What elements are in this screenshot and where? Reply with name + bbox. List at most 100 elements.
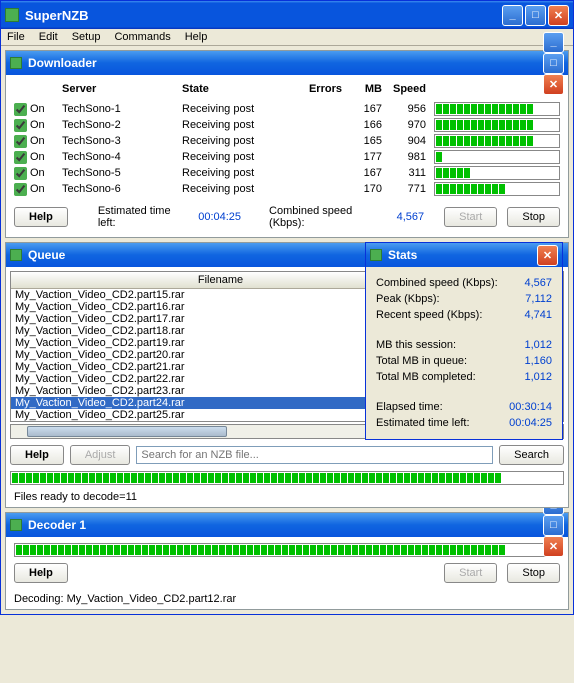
est-value: 00:04:25 [198,211,241,223]
cube-icon [10,249,22,261]
on-label: On [30,151,45,163]
queue-progress [10,471,564,485]
on-checkbox[interactable] [14,167,27,180]
minimize-button[interactable]: _ [502,5,523,26]
on-label: On [30,167,45,179]
server-mb: 170 [352,183,392,195]
server-progress [434,134,560,148]
cube-icon [10,519,22,531]
menu-file[interactable]: File [7,31,25,43]
server-name: TechSono-3 [62,135,182,147]
server-row: On TechSono-3 Receiving post 165 904 [14,133,560,149]
main-titlebar[interactable]: SuperNZB _ □ ✕ [1,1,573,29]
on-checkbox[interactable] [14,151,27,164]
stat-row: Estimated time left:00:04:25 [376,415,552,431]
server-name: TechSono-5 [62,167,182,179]
queue-status: Files ready to decode=11 [6,489,568,507]
server-state: Receiving post [182,183,297,195]
server-name: TechSono-2 [62,119,182,131]
on-label: On [30,183,45,195]
dec-start-button[interactable]: Start [444,563,497,583]
stat-value: 00:30:14 [509,401,552,413]
on-checkbox[interactable] [14,103,27,116]
app-icon [5,8,19,22]
est-label: Estimated time left: [98,205,188,229]
stat-row: Peak (Kbps):7,112 [376,291,552,307]
server-row: On TechSono-6 Receiving post 170 771 [14,181,560,197]
downloader-title: Downloader [28,56,543,70]
decoder-titlebar[interactable]: Decoder 1 _ □ ✕ [6,513,568,537]
stats-title: Stats [388,248,537,262]
menubar: File Edit Setup Commands Help [1,29,573,46]
dl-start-button[interactable]: Start [444,207,497,227]
cube-icon [10,57,22,69]
comb-value: 4,567 [397,211,425,223]
server-progress [434,166,560,180]
queue-help-button[interactable]: Help [10,445,64,465]
close-button[interactable]: ✕ [548,5,569,26]
stat-row: Total MB completed:1,012 [376,369,552,385]
stat-label: Estimated time left: [376,417,470,429]
dec-close-button[interactable]: ✕ [543,536,564,557]
server-mb: 167 [352,167,392,179]
dec-stop-button[interactable]: Stop [507,563,560,583]
server-row: On TechSono-5 Receiving post 167 311 [14,165,560,181]
cube-icon [370,249,382,261]
server-speed: 981 [392,151,434,163]
stat-value: 1,160 [524,355,552,367]
dl-stop-button[interactable]: Stop [507,207,560,227]
menu-setup[interactable]: Setup [72,31,101,43]
server-state: Receiving post [182,151,297,163]
menu-edit[interactable]: Edit [39,31,58,43]
dec-maximize-button[interactable]: □ [543,515,564,536]
maximize-button[interactable]: □ [525,5,546,26]
queue-search-input[interactable] [136,446,493,464]
col-mb: MB [352,83,392,95]
stat-label: Recent speed (Kbps): [376,309,482,321]
menu-help[interactable]: Help [185,31,208,43]
stat-value: 1,012 [524,371,552,383]
server-row: On TechSono-2 Receiving post 166 970 [14,117,560,133]
dl-minimize-button[interactable]: _ [543,32,564,53]
server-progress [434,150,560,164]
on-label: On [30,103,45,115]
stat-label: Elapsed time: [376,401,443,413]
col-state: State [182,83,297,95]
server-name: TechSono-6 [62,183,182,195]
stats-close-button[interactable]: ✕ [537,245,558,266]
server-progress [434,118,560,132]
decoder-status: Decoding: My_Vaction_Video_CD2.part12.ra… [6,591,568,609]
server-speed: 904 [392,135,434,147]
stats-titlebar[interactable]: Stats ✕ [366,243,562,267]
server-name: TechSono-4 [62,151,182,163]
on-label: On [30,135,45,147]
server-row: On TechSono-4 Receiving post 177 981 [14,149,560,165]
server-mb: 177 [352,151,392,163]
stat-value: 4,567 [524,277,552,289]
queue-search-button[interactable]: Search [499,445,564,465]
decoder-panel: Decoder 1 _ □ ✕ Help Start Stop Decoding… [5,512,569,610]
server-speed: 970 [392,119,434,131]
col-errors: Errors [297,83,352,95]
comb-label: Combined speed (Kbps): [269,205,387,229]
dl-maximize-button[interactable]: □ [543,53,564,74]
stat-value: 7,112 [525,293,552,305]
col-server: Server [62,83,182,95]
server-speed: 311 [392,167,434,179]
dl-help-button[interactable]: Help [14,207,68,227]
stat-row: Recent speed (Kbps): 4,741 [376,307,552,323]
queue-adjust-button[interactable]: Adjust [70,445,131,465]
on-checkbox[interactable] [14,183,27,196]
menu-commands[interactable]: Commands [114,31,170,43]
stat-row: Combined speed (Kbps): 4,567 [376,275,552,291]
decoder-title: Decoder 1 [28,518,543,532]
on-checkbox[interactable] [14,119,27,132]
server-speed: 956 [392,103,434,115]
downloader-header: Server State Errors MB Speed [14,81,560,101]
on-checkbox[interactable] [14,135,27,148]
dec-help-button[interactable]: Help [14,563,68,583]
main-window: SuperNZB _ □ ✕ File Edit Setup Commands … [0,0,574,615]
stat-label: Combined speed (Kbps): [376,277,498,289]
downloader-titlebar[interactable]: Downloader _ □ ✕ [6,51,568,75]
stat-value: 4,741 [524,309,552,321]
